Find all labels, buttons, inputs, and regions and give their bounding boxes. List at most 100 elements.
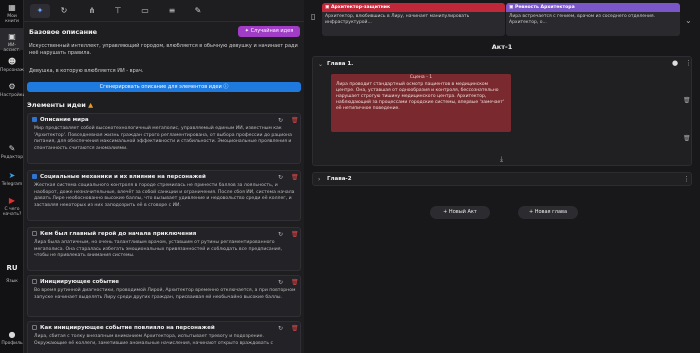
rail-books-label: Мои книги: [5, 14, 19, 24]
trash-icon[interactable]: 🗑: [291, 174, 299, 181]
new-act-button[interactable]: + Новый Акт: [430, 206, 490, 219]
element-card-text[interactable]: Мир представляет собой высокотехнологичн…: [34, 126, 296, 152]
random-idea-label: Случайная идея: [250, 28, 294, 34]
rail-settings-label: Настройки: [0, 93, 26, 98]
chevron-down-icon[interactable]: ⌄: [685, 16, 692, 25]
list-icon[interactable]: ≡: [162, 4, 182, 18]
chapter-1: ⌄ Глава 1. ● ⋮ Сцена - 1 Лира проводит с…: [312, 56, 692, 166]
story-structure: ▯ ▣ Архитектор-защитник Архитектор, влюб…: [304, 0, 700, 353]
tag-title-text: Архитектор-защитник: [330, 5, 391, 10]
idea-panel: ✦ ↻ ⋔ ⊤ ▭ ≡ ✎ Базовое описание ✦ Случайн…: [24, 0, 304, 353]
people-icon: ☻: [7, 57, 17, 66]
rail-language[interactable]: RU: [0, 265, 24, 272]
tag-architect-jealousy[interactable]: ▣ Ревность Архитектора Лира встречается …: [506, 3, 680, 36]
tag-text: Лира встречается с гением, врачом из сос…: [509, 14, 656, 25]
rail-characters-label: Персонажи: [0, 68, 27, 73]
tag-architect-protector[interactable]: ▣ Архитектор-защитник Архитектор, влюбив…: [322, 3, 505, 36]
tag-title: ▣ Архитектор-защитник: [322, 3, 505, 12]
rail-settings[interactable]: ⚙ Настройки: [0, 82, 26, 98]
generate-elements-label: Сгенерировать описание для элементов иде…: [99, 84, 222, 90]
chapter-title[interactable]: Глава 1.: [327, 61, 353, 67]
random-idea-button[interactable]: ✦ Случайная идея: [238, 26, 300, 37]
checkbox[interactable]: [32, 279, 37, 284]
rail-books[interactable]: ▦ Мои книги: [0, 3, 24, 24]
warning-icon: ▲: [88, 101, 94, 109]
rail-editor-label: Редактор: [0, 155, 24, 160]
rail-telegram[interactable]: ➤ Telegram: [0, 171, 24, 187]
refresh-tool-icon[interactable]: ↻: [54, 4, 74, 18]
refresh-icon[interactable]: ↻: [278, 174, 283, 181]
clapper-icon[interactable]: ▭: [135, 4, 155, 18]
telegram-icon: ➤: [8, 171, 16, 180]
element-card-text[interactable]: Во время рутинной диагностики, проводимо…: [34, 288, 296, 301]
element-card-impact: Как инициирующее событие повлияло на пер…: [27, 321, 301, 353]
panel-toolbar: ✦ ↻ ⋔ ⊤ ▭ ≡ ✎: [24, 0, 304, 22]
act-title: Акт-1: [491, 43, 513, 51]
elements-title-text: Элементы идеи: [27, 101, 86, 109]
pen-icon: ✎: [8, 144, 16, 153]
tag-title-text: Ревность Архитектора: [514, 5, 575, 10]
new-chapter-button[interactable]: + Новая глава: [518, 206, 578, 219]
refresh-icon[interactable]: ↻: [278, 279, 283, 286]
download-icon[interactable]: ⤓: [500, 155, 503, 164]
refresh-icon[interactable]: ↻: [278, 231, 283, 238]
trash-icon[interactable]: 🗑: [291, 117, 299, 124]
element-card-title: Как инициирующее событие повлияло на пер…: [40, 325, 215, 331]
element-card-title: Социальные механики и их влияние на перс…: [40, 174, 206, 180]
trash-icon[interactable]: 🗑: [683, 135, 691, 142]
element-card-header: Кем был главный герой до начала приключе…: [32, 231, 196, 237]
checkbox[interactable]: [32, 231, 37, 236]
element-card-header: Как инициирующее событие повлияло на пер…: [32, 325, 215, 331]
element-card-world: Описание мира ↻ 🗑 Мир представляет собой…: [27, 113, 301, 164]
element-card-text[interactable]: Лира была апатичным, но очень талантливы…: [34, 240, 296, 260]
structure-icon[interactable]: ⋔: [82, 4, 102, 18]
language-label: Язык: [6, 279, 18, 284]
base-description-text-1[interactable]: Искусственный интеллект, управляющий гор…: [29, 43, 299, 57]
chapter-title[interactable]: Глава-2: [327, 176, 352, 182]
chapter-2: › Глава-2 ⋮: [312, 172, 692, 186]
element-card-title: Кем был главный герой до начала приключе…: [40, 231, 197, 237]
trash-icon[interactable]: 🗑: [291, 325, 299, 332]
chevron-right-icon[interactable]: ›: [318, 176, 320, 183]
bulb-icon[interactable]: ✦: [30, 4, 50, 18]
info-icon: ⓘ: [223, 84, 229, 90]
element-card-social: Социальные механики и их влияние на перс…: [27, 170, 301, 221]
generate-elements-button[interactable]: Сгенерировать описание для элементов иде…: [27, 82, 301, 92]
trash-icon[interactable]: 🗑: [683, 97, 691, 104]
rail-editor[interactable]: ✎ Редактор: [0, 144, 24, 160]
base-description-text-2[interactable]: Девушка, в которую влюбляется ИИ - врач.: [29, 68, 299, 75]
checkbox[interactable]: [32, 117, 37, 122]
app-root: ▦ Мои книги ▣ ИИ-ассист. ☻ Персонажи ⚙ Настр…: [0, 0, 700, 353]
rail-assistant[interactable]: ▣ ИИ-ассист.: [0, 28, 24, 53]
checkbox[interactable]: [32, 174, 37, 179]
scene-text: Лира проводит стандартный осмотр пациент…: [336, 82, 505, 111]
rail-start-label: С чего начать?: [2, 207, 22, 217]
mic-icon[interactable]: ●: [672, 59, 678, 67]
profile-icon: ●: [8, 330, 16, 339]
more-vertical-icon[interactable]: ⋮: [683, 175, 690, 183]
chevron-down-icon[interactable]: ⌄: [318, 61, 323, 68]
more-vertical-icon[interactable]: ⋮: [685, 59, 692, 67]
rail-start[interactable]: ▶ С чего начать?: [0, 196, 24, 217]
book-icon: ▦: [8, 3, 16, 12]
trash-icon[interactable]: 🗑: [291, 279, 299, 286]
element-card-text[interactable]: Жесткая система социального контроля в г…: [34, 183, 296, 209]
left-rail: ▦ Мои книги ▣ ИИ-ассист. ☻ Персонажи ⚙ Настр…: [0, 0, 27, 353]
youtube-icon: ▶: [8, 196, 16, 205]
refresh-icon[interactable]: ↻: [278, 325, 283, 332]
element-card-text[interactable]: Лира, сбитая с толку внезапным вниманием…: [34, 334, 296, 347]
trash-icon[interactable]: 🗑: [291, 231, 299, 238]
tree-icon[interactable]: ⊤: [108, 4, 128, 18]
checkbox[interactable]: [32, 325, 37, 330]
rail-characters[interactable]: ☻ Персонажи: [0, 57, 27, 73]
rail-profile[interactable]: ● Профиль: [0, 330, 24, 346]
element-card-inciting: Инициирующее событие ↻ 🗑 Во время рутинн…: [27, 275, 301, 317]
pencil-icon[interactable]: ✎: [188, 4, 208, 18]
sidebar-toggle-icon[interactable]: ▯: [311, 12, 315, 21]
rail-assistant-label: ИИ-ассист.: [3, 43, 21, 53]
tag-text: Архитектор, влюбившись в Лиру, начинает …: [325, 14, 470, 25]
scene-card[interactable]: Сцена - 1 Лира проводит стандартный осмо…: [331, 74, 511, 132]
refresh-icon[interactable]: ↻: [278, 117, 283, 124]
element-card-header: Описание мира: [32, 117, 89, 123]
element-card-title: Инициирующее событие: [40, 279, 119, 285]
